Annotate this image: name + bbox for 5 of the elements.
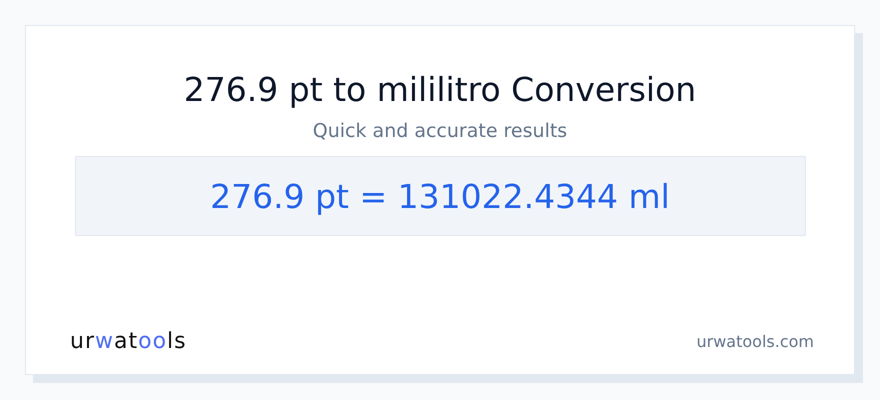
subtitle: Quick and accurate results xyxy=(312,120,568,142)
conversion-result: 276.9 pt = 131022.4344 ml xyxy=(210,176,670,216)
page-title: 276.9 pt to mililitro Conversion xyxy=(184,69,696,111)
logo: urwatools xyxy=(70,329,187,354)
site-url: urwatools.com xyxy=(696,332,814,351)
